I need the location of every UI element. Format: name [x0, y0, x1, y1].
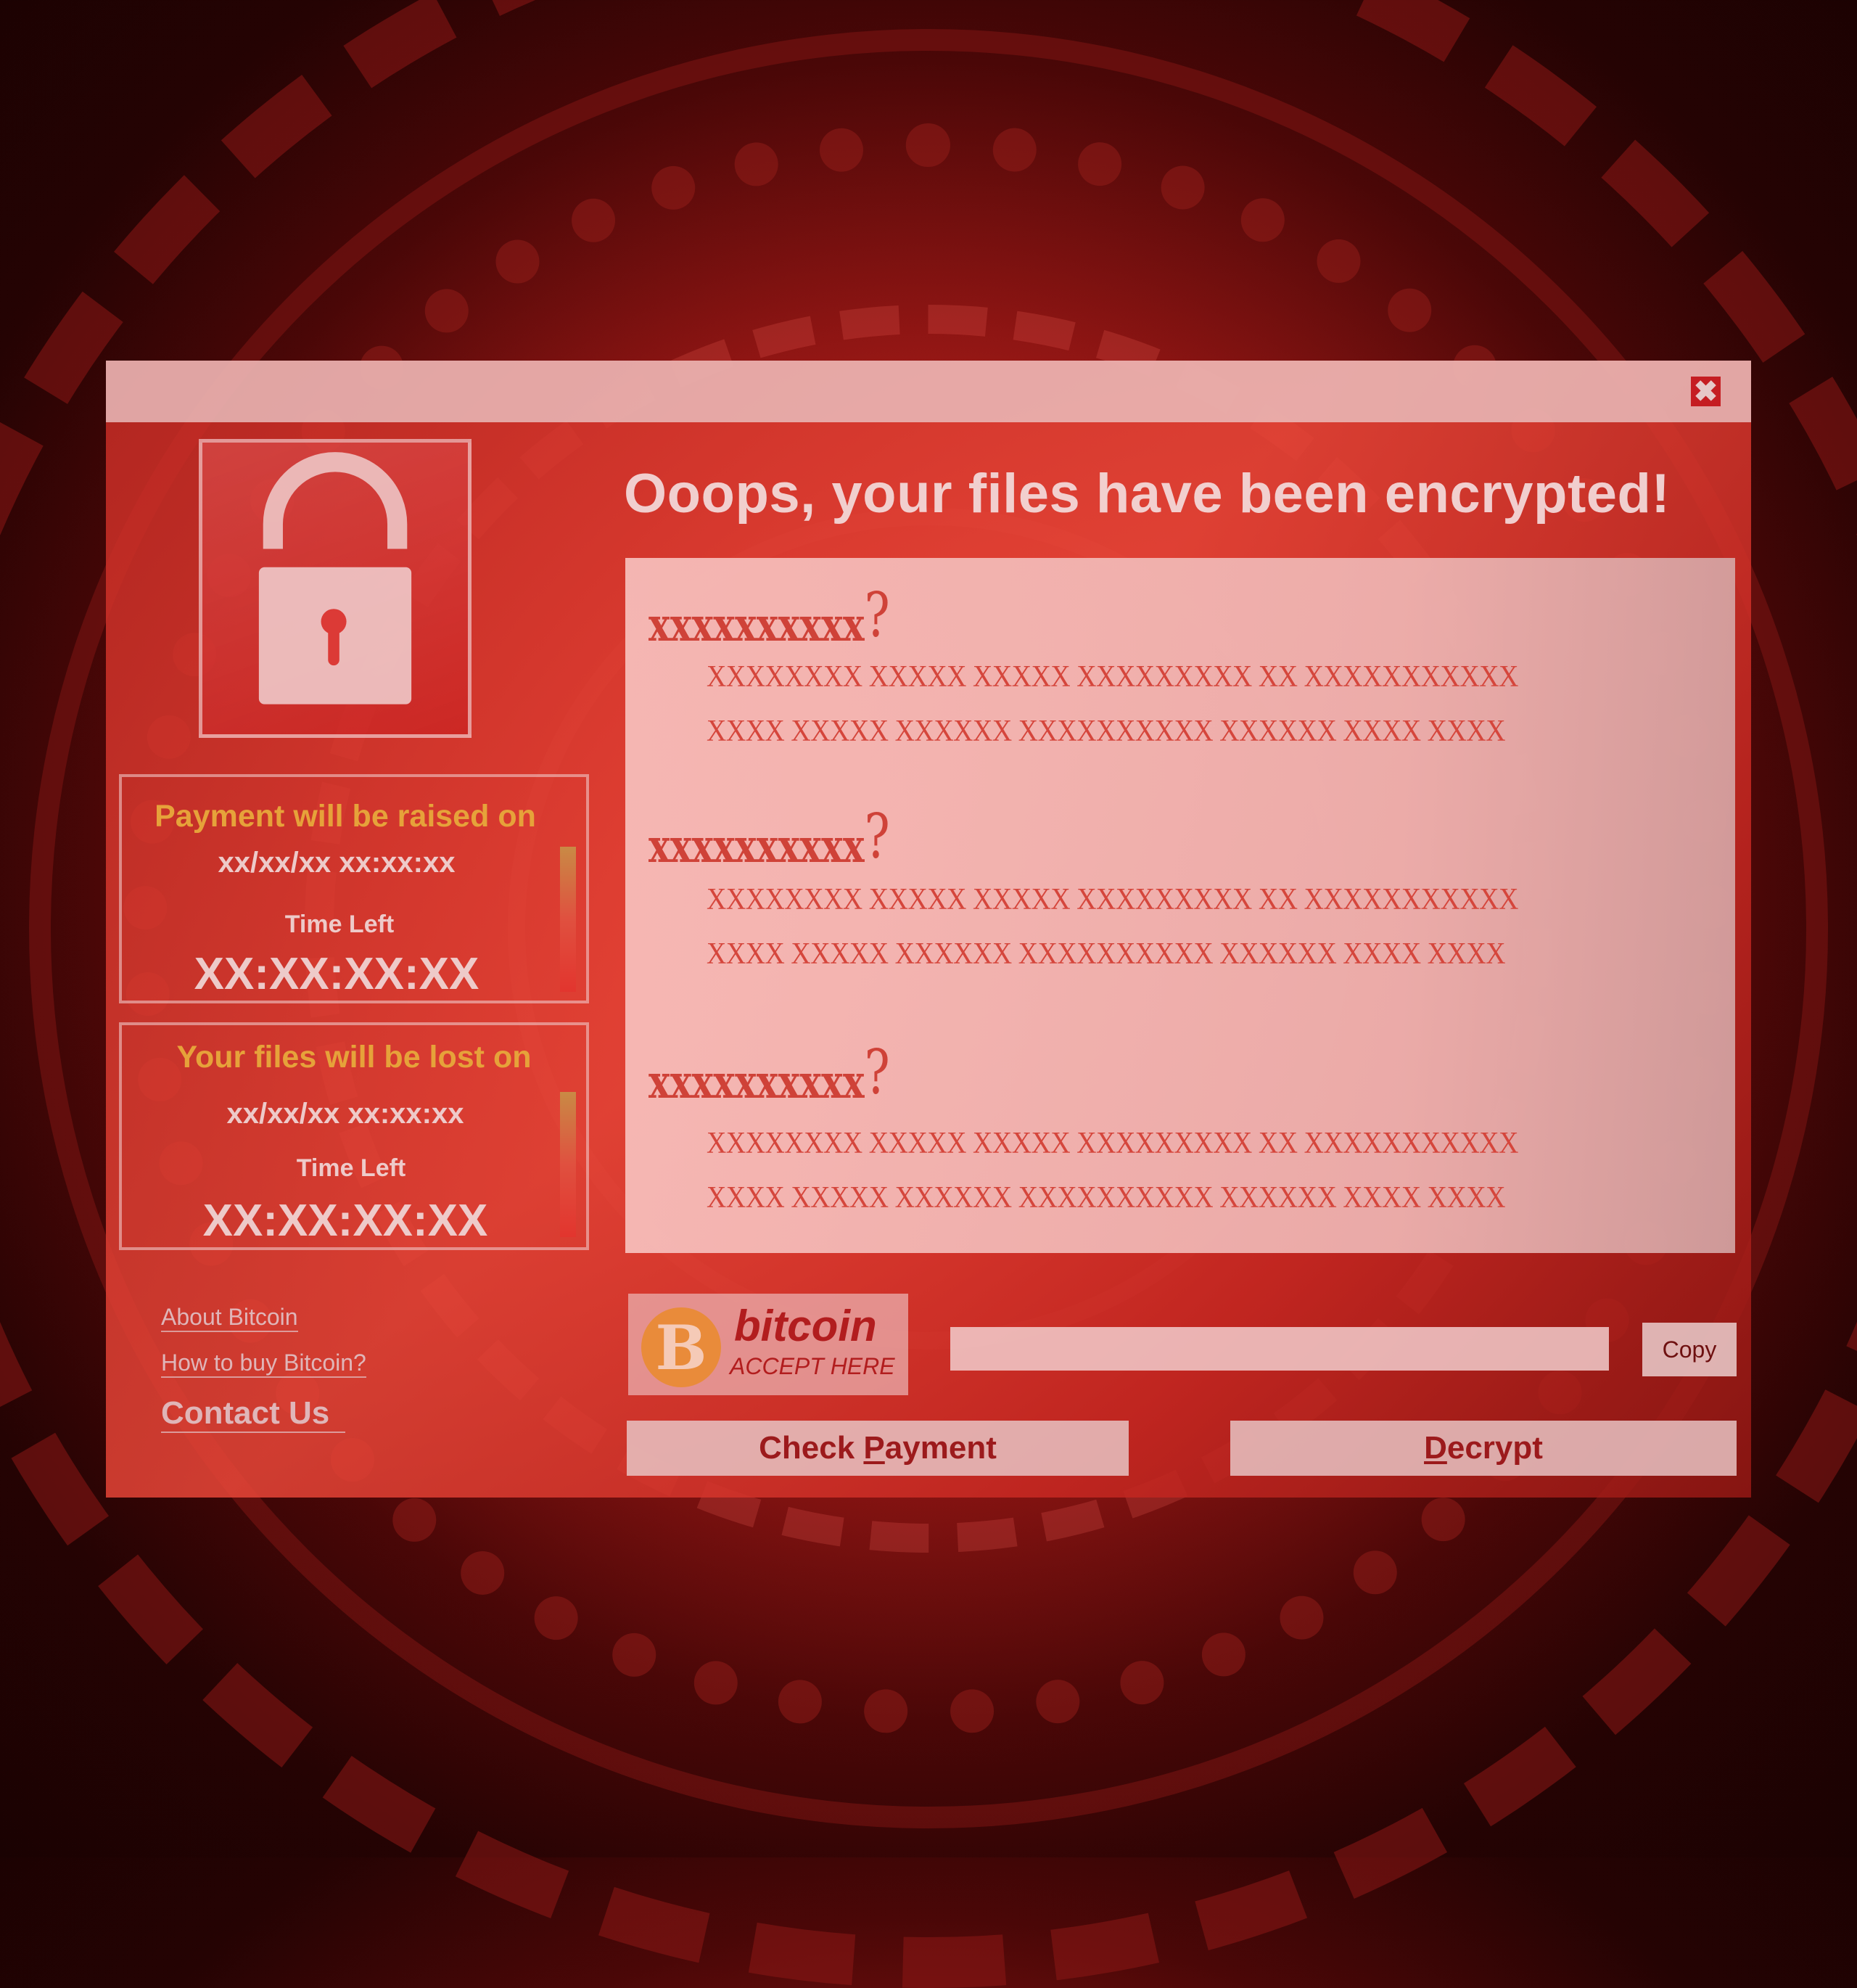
bitcoin-wordmark: bitcoin	[734, 1302, 877, 1350]
countdown: XX:XX:XX:XX	[202, 1196, 488, 1246]
close-x-icon: ✖	[1693, 375, 1718, 408]
timer-date: xx/xx/xx xx:xx:xx	[226, 1098, 464, 1130]
close-button[interactable]: ✖	[1691, 377, 1721, 406]
page-title: Ooops, your files have been encrypted!	[624, 463, 1671, 525]
paragraph-line: XXXXXXXX XXXXX XXXXX XXXXXXXXX XX XXXXXX…	[707, 1127, 1518, 1160]
section-heading: xxxxxxxxxx?	[648, 580, 890, 652]
ransom-window: ✖ Payment will be raised on xx/xx/xx xx:…	[106, 361, 1751, 1498]
section-heading: xxxxxxxxxx?	[648, 801, 890, 874]
lock-image	[199, 439, 472, 738]
bitcoin-accept-badge: B bitcoin ACCEPT HERE	[628, 1294, 908, 1395]
section-heading: xxxxxxxxxx?	[648, 1037, 890, 1109]
timer-title: Payment will be raised on	[155, 799, 536, 834]
timer-date: xx/xx/xx xx:xx:xx	[218, 847, 456, 879]
paragraph-line: XXXXXXXX XXXXX XXXXX XXXXXXXXX XX XXXXXX…	[707, 660, 1518, 694]
title-bar[interactable]: ✖	[106, 361, 1751, 422]
heading-text: xxxxxxxxxx	[648, 819, 865, 874]
time-progress-bar	[560, 847, 576, 992]
timer-title: Your files will be lost on	[176, 1040, 532, 1075]
mnemonic-letter: D	[1424, 1430, 1447, 1466]
copy-button[interactable]: Copy	[1642, 1323, 1737, 1376]
files-lost-timer: Your files will be lost on xx/xx/xx xx:x…	[119, 1022, 589, 1250]
question-mark: ?	[864, 580, 890, 651]
contact-us-link[interactable]: Contact Us	[161, 1395, 346, 1433]
how-to-buy-bitcoin-link[interactable]: How to buy Bitcoin?	[161, 1350, 366, 1378]
button-label: ayment	[884, 1430, 997, 1466]
time-left-label: Time Left	[284, 911, 395, 938]
padlock-icon	[258, 452, 412, 705]
bitcoin-address-field[interactable]	[950, 1327, 1609, 1371]
check-payment-button[interactable]: Check Payment	[627, 1421, 1129, 1476]
time-progress-fill	[560, 1092, 576, 1237]
time-progress-bar	[560, 1092, 576, 1237]
message-panel: xxxxxxxxxx? XXXXXXXX XXXXX XXXXX XXXXXXX…	[625, 558, 1735, 1253]
accept-here-text: ACCEPT HERE	[730, 1353, 895, 1379]
button-label: ecrypt	[1446, 1430, 1543, 1466]
payment-raise-timer: Payment will be raised on xx/xx/xx xx:xx…	[119, 774, 589, 1003]
paragraph-line: XXXXXXXX XXXXX XXXXX XXXXXXXXX XX XXXXXX…	[707, 883, 1518, 916]
time-left-label: Time Left	[296, 1154, 406, 1182]
decrypt-button[interactable]: Decrypt	[1230, 1421, 1737, 1476]
about-bitcoin-link[interactable]: About Bitcoin	[161, 1304, 298, 1332]
paragraph-line: XXXX XXXXX XXXXXX XXXXXXXXXX XXXXXX XXXX…	[707, 1181, 1506, 1215]
countdown: XX:XX:XX:XX	[194, 949, 479, 999]
paragraph-line: XXXX XXXXX XXXXXX XXXXXXXXXX XXXXXX XXXX…	[707, 937, 1506, 971]
paragraph-line: XXXX XXXXX XXXXXX XXXXXXXXXX XXXXXX XXXX…	[707, 715, 1506, 748]
mnemonic-letter: P	[863, 1430, 885, 1466]
question-mark: ?	[864, 801, 890, 872]
button-label: Check	[759, 1430, 864, 1466]
heading-text: xxxxxxxxxx	[648, 598, 865, 652]
time-progress-fill	[560, 847, 576, 992]
bitcoin-logo-icon: B	[641, 1307, 721, 1387]
heading-text: xxxxxxxxxx	[648, 1055, 865, 1109]
question-mark: ?	[864, 1037, 890, 1108]
